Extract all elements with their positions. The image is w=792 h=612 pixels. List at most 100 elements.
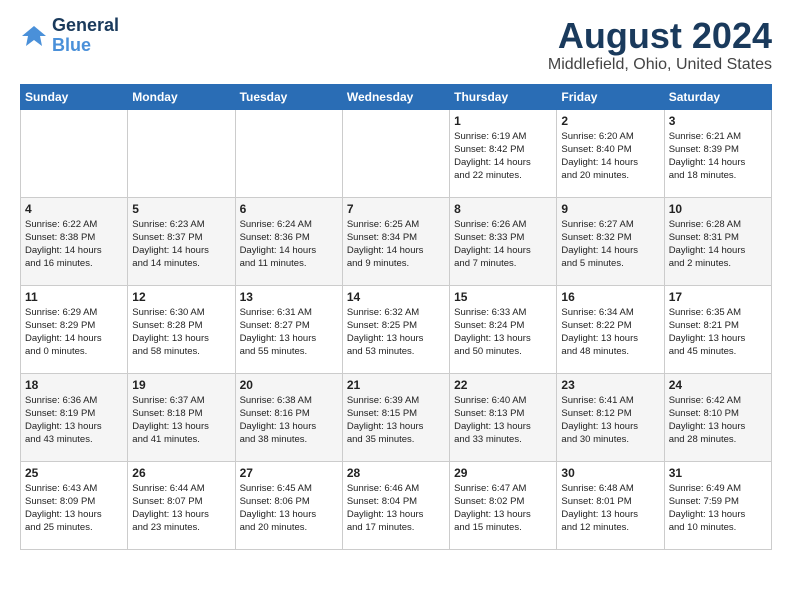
day-number: 20 xyxy=(240,378,338,392)
day-number: 28 xyxy=(347,466,445,480)
day-info: Sunrise: 6:37 AM Sunset: 8:18 PM Dayligh… xyxy=(132,394,230,447)
table-row: 14Sunrise: 6:32 AM Sunset: 8:25 PM Dayli… xyxy=(342,285,449,373)
day-number: 19 xyxy=(132,378,230,392)
calendar-body: 1 Sunrise: 6:19 AM Sunset: 8:42 PM Daylig… xyxy=(21,109,772,549)
calendar-week-row: 18Sunrise: 6:36 AM Sunset: 8:19 PM Dayli… xyxy=(21,373,772,461)
day-info: Sunrise: 6:47 AM Sunset: 8:02 PM Dayligh… xyxy=(454,482,552,535)
day-info: Sunrise: 6:29 AM Sunset: 8:29 PM Dayligh… xyxy=(25,306,123,359)
day-number: 15 xyxy=(454,290,552,304)
col-friday: Friday xyxy=(557,84,664,109)
col-saturday: Saturday xyxy=(664,84,771,109)
day-number: 3 xyxy=(669,114,767,128)
days-of-week-row: Sunday Monday Tuesday Wednesday Thursday… xyxy=(21,84,772,109)
day-number: 29 xyxy=(454,466,552,480)
location-subtitle: Middlefield, Ohio, United States xyxy=(548,56,772,74)
day-number: 25 xyxy=(25,466,123,480)
day-info: Sunrise: 6:21 AM Sunset: 8:39 PM Dayligh… xyxy=(669,130,767,183)
page-header: General Blue August 2024 Middlefield, Oh… xyxy=(20,16,772,74)
logo: General Blue xyxy=(20,16,119,56)
table-row: 12 Sunrise: 6:30 AM Sunset: 8:28 PM Dayli… xyxy=(128,285,235,373)
day-info: Sunrise: 6:26 AM Sunset: 8:33 PM Dayligh… xyxy=(454,218,552,271)
calendar-week-row: 11 Sunrise: 6:29 AM Sunset: 8:29 PM Dayli… xyxy=(21,285,772,373)
day-info: Sunrise: 6:23 AM Sunset: 8:37 PM Dayligh… xyxy=(132,218,230,271)
day-number: 16 xyxy=(561,290,659,304)
day-info: Sunrise: 6:38 AM Sunset: 8:16 PM Dayligh… xyxy=(240,394,338,447)
day-number: 14 xyxy=(347,290,445,304)
table-row xyxy=(235,109,342,197)
table-row: 8 Sunrise: 6:26 AM Sunset: 8:33 PM Daylig… xyxy=(450,197,557,285)
day-info: Sunrise: 6:34 AM Sunset: 8:22 PM Dayligh… xyxy=(561,306,659,359)
table-row: 4 Sunrise: 6:22 AM Sunset: 8:38 PM Daylig… xyxy=(21,197,128,285)
table-row: 29 Sunrise: 6:47 AM Sunset: 8:02 PM Dayli… xyxy=(450,461,557,549)
table-row xyxy=(128,109,235,197)
day-info: Sunrise: 6:22 AM Sunset: 8:38 PM Dayligh… xyxy=(25,218,123,271)
day-number: 11 xyxy=(25,290,123,304)
table-row: 19 Sunrise: 6:37 AM Sunset: 8:18 PM Dayli… xyxy=(128,373,235,461)
day-number: 24 xyxy=(669,378,767,392)
table-row: 21 Sunrise: 6:39 AM Sunset: 8:15 PM Dayli… xyxy=(342,373,449,461)
table-row: 7 Sunrise: 6:25 AM Sunset: 8:34 PM Daylig… xyxy=(342,197,449,285)
day-info: Sunrise: 6:41 AM Sunset: 8:12 PM Dayligh… xyxy=(561,394,659,447)
day-info: Sunrise: 6:19 AM Sunset: 8:42 PM Dayligh… xyxy=(454,130,552,183)
day-number: 2 xyxy=(561,114,659,128)
table-row: 11 Sunrise: 6:29 AM Sunset: 8:29 PM Dayli… xyxy=(21,285,128,373)
day-number: 30 xyxy=(561,466,659,480)
table-row: 20 Sunrise: 6:38 AM Sunset: 8:16 PM Dayli… xyxy=(235,373,342,461)
table-row xyxy=(342,109,449,197)
table-row: 18Sunrise: 6:36 AM Sunset: 8:19 PM Dayli… xyxy=(21,373,128,461)
calendar-week-row: 25Sunrise: 6:43 AM Sunset: 8:09 PM Dayli… xyxy=(21,461,772,549)
table-row: 28Sunrise: 6:46 AM Sunset: 8:04 PM Dayli… xyxy=(342,461,449,549)
day-number: 12 xyxy=(132,290,230,304)
table-row: 3 Sunrise: 6:21 AM Sunset: 8:39 PM Daylig… xyxy=(664,109,771,197)
day-info: Sunrise: 6:39 AM Sunset: 8:15 PM Dayligh… xyxy=(347,394,445,447)
day-info: Sunrise: 6:48 AM Sunset: 8:01 PM Dayligh… xyxy=(561,482,659,535)
table-row: 23 Sunrise: 6:41 AM Sunset: 8:12 PM Dayli… xyxy=(557,373,664,461)
table-row: 24Sunrise: 6:42 AM Sunset: 8:10 PM Dayli… xyxy=(664,373,771,461)
day-number: 7 xyxy=(347,202,445,216)
col-tuesday: Tuesday xyxy=(235,84,342,109)
title-block: August 2024 Middlefield, Ohio, United St… xyxy=(548,16,772,74)
day-number: 5 xyxy=(132,202,230,216)
table-row: 9Sunrise: 6:27 AM Sunset: 8:32 PM Daylig… xyxy=(557,197,664,285)
day-number: 10 xyxy=(669,202,767,216)
calendar-week-row: 4 Sunrise: 6:22 AM Sunset: 8:38 PM Daylig… xyxy=(21,197,772,285)
day-number: 21 xyxy=(347,378,445,392)
table-row xyxy=(21,109,128,197)
calendar-table: Sunday Monday Tuesday Wednesday Thursday… xyxy=(20,84,772,550)
day-info: Sunrise: 6:28 AM Sunset: 8:31 PM Dayligh… xyxy=(669,218,767,271)
day-number: 8 xyxy=(454,202,552,216)
day-number: 27 xyxy=(240,466,338,480)
table-row: 1 Sunrise: 6:19 AM Sunset: 8:42 PM Daylig… xyxy=(450,109,557,197)
day-number: 9 xyxy=(561,202,659,216)
col-thursday: Thursday xyxy=(450,84,557,109)
day-number: 1 xyxy=(454,114,552,128)
table-row: 10 Sunrise: 6:28 AM Sunset: 8:31 PM Dayli… xyxy=(664,197,771,285)
day-number: 6 xyxy=(240,202,338,216)
table-row: 22Sunrise: 6:40 AM Sunset: 8:13 PM Dayli… xyxy=(450,373,557,461)
table-row: 13 Sunrise: 6:31 AM Sunset: 8:27 PM Dayli… xyxy=(235,285,342,373)
day-number: 4 xyxy=(25,202,123,216)
day-info: Sunrise: 6:35 AM Sunset: 8:21 PM Dayligh… xyxy=(669,306,767,359)
logo-text: General Blue xyxy=(52,16,119,56)
table-row: 2Sunrise: 6:20 AM Sunset: 8:40 PM Daylig… xyxy=(557,109,664,197)
table-row: 16 Sunrise: 6:34 AM Sunset: 8:22 PM Dayli… xyxy=(557,285,664,373)
table-row: 27 Sunrise: 6:45 AM Sunset: 8:06 PM Dayli… xyxy=(235,461,342,549)
day-info: Sunrise: 6:31 AM Sunset: 8:27 PM Dayligh… xyxy=(240,306,338,359)
day-info: Sunrise: 6:25 AM Sunset: 8:34 PM Dayligh… xyxy=(347,218,445,271)
table-row: 26 Sunrise: 6:44 AM Sunset: 8:07 PM Dayli… xyxy=(128,461,235,549)
col-wednesday: Wednesday xyxy=(342,84,449,109)
day-number: 23 xyxy=(561,378,659,392)
col-sunday: Sunday xyxy=(21,84,128,109)
table-row: 25Sunrise: 6:43 AM Sunset: 8:09 PM Dayli… xyxy=(21,461,128,549)
day-number: 18 xyxy=(25,378,123,392)
day-info: Sunrise: 6:40 AM Sunset: 8:13 PM Dayligh… xyxy=(454,394,552,447)
table-row: 17Sunrise: 6:35 AM Sunset: 8:21 PM Dayli… xyxy=(664,285,771,373)
day-info: Sunrise: 6:45 AM Sunset: 8:06 PM Dayligh… xyxy=(240,482,338,535)
day-info: Sunrise: 6:30 AM Sunset: 8:28 PM Dayligh… xyxy=(132,306,230,359)
day-number: 31 xyxy=(669,466,767,480)
day-info: Sunrise: 6:44 AM Sunset: 8:07 PM Dayligh… xyxy=(132,482,230,535)
table-row: 6Sunrise: 6:24 AM Sunset: 8:36 PM Daylig… xyxy=(235,197,342,285)
day-number: 13 xyxy=(240,290,338,304)
day-number: 26 xyxy=(132,466,230,480)
table-row: 15Sunrise: 6:33 AM Sunset: 8:24 PM Dayli… xyxy=(450,285,557,373)
